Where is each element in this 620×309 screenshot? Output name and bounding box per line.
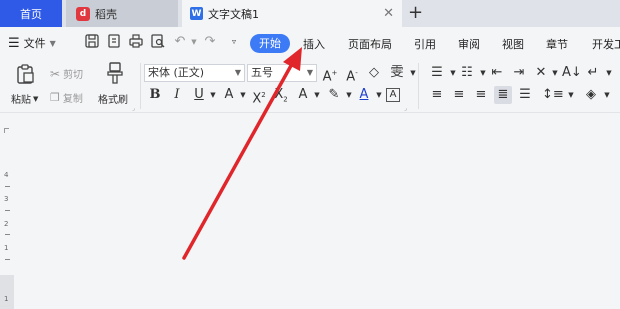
- arrow-head: [283, 47, 302, 71]
- annotation-arrow: [182, 47, 302, 260]
- arrow-shaft: [182, 60, 295, 260]
